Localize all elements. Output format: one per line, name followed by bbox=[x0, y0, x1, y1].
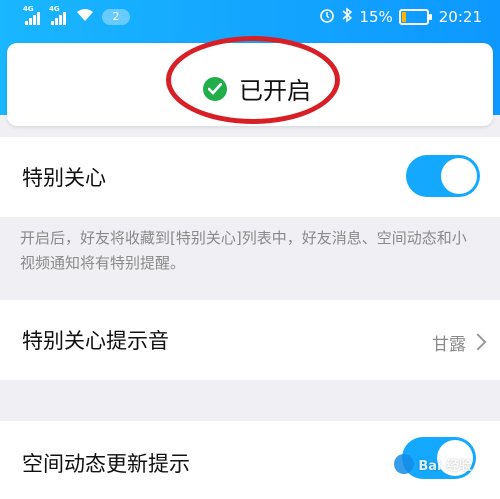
signal-icon: 4G bbox=[49, 5, 66, 25]
special-care-description: 开启后，好友将收藏到[特别关心]列表中，好友消息、空间动态和小视频通知将有特别提… bbox=[20, 229, 467, 272]
watermark: Bai 经验 bbox=[394, 454, 472, 474]
paw-logo-icon bbox=[394, 454, 415, 474]
watermark-text: Bai 经验 bbox=[418, 458, 472, 474]
special-care-label: 特别关心 bbox=[22, 166, 106, 190]
notification-tone-value: 甘露 bbox=[432, 335, 466, 355]
alarm-icon bbox=[319, 7, 335, 27]
chevron-right-icon bbox=[469, 333, 487, 351]
special-care-row[interactable]: 特别关心 bbox=[0, 137, 500, 217]
clock: 20:21 bbox=[438, 8, 482, 26]
network-type-label: 4G bbox=[23, 5, 34, 13]
status-bar: 4G 4G 2 15% 20:21 bbox=[0, 0, 500, 34]
toggle-knob bbox=[441, 158, 477, 194]
signal-icon: 4G bbox=[23, 5, 40, 25]
notification-tone-row[interactable]: 特别关心提示音 甘露 bbox=[0, 300, 500, 380]
notification-tone-label: 特别关心提示音 bbox=[22, 329, 169, 353]
special-care-toggle[interactable] bbox=[406, 155, 480, 197]
wifi-icon bbox=[76, 8, 94, 26]
annotation-ellipse bbox=[166, 36, 340, 124]
battery-icon bbox=[398, 9, 432, 25]
bluetooth-icon bbox=[341, 7, 353, 27]
network-type-label: 4G bbox=[49, 5, 60, 13]
battery-percent: 15% bbox=[359, 8, 393, 26]
notification-count-badge: 2 bbox=[102, 9, 130, 25]
zone-updates-label: 空间动态更新提示 bbox=[22, 452, 190, 476]
